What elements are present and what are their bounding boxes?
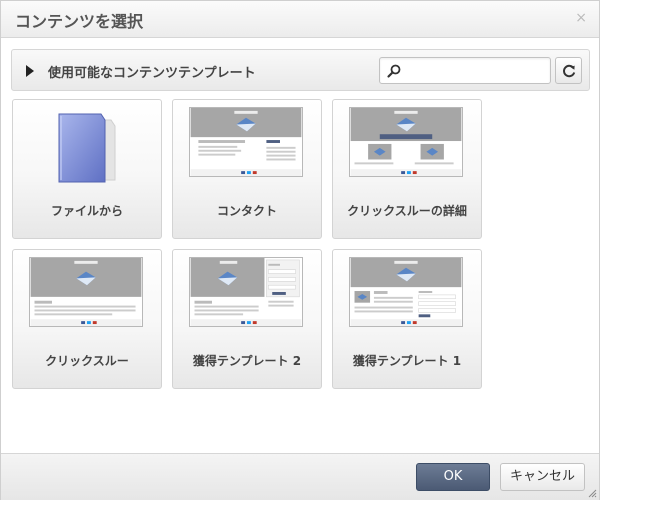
template-tile-acquisition-1[interactable]: 獲得テンプレート 1: [332, 249, 482, 389]
template-tile-click-through[interactable]: クリックスルー: [12, 249, 162, 389]
search-input[interactable]: [406, 61, 544, 80]
folder-icon: [58, 113, 116, 183]
template-tile-acquisition-2[interactable]: 獲得テンプレート 2: [172, 249, 322, 389]
template-label: 獲得テンプレート 1: [352, 354, 462, 368]
search-icon: [387, 64, 401, 78]
cancel-button[interactable]: キャンセル: [500, 463, 585, 491]
template-label: クリックスルー: [45, 354, 129, 368]
template-label: クリックスルーの詳細: [347, 204, 467, 218]
templates-section-title: 使用可能なコンテンツテンプレート: [48, 66, 256, 81]
template-thumbnail: [189, 107, 303, 177]
ok-button[interactable]: OK: [416, 463, 490, 491]
template-tile-click-through-details[interactable]: クリックスルーの詳細: [332, 99, 482, 239]
expand-triangle-icon[interactable]: [26, 65, 34, 77]
resize-grip-icon[interactable]: [587, 488, 597, 498]
dialog-title: コンテンツを選択: [15, 12, 144, 31]
close-icon[interactable]: ×: [575, 10, 587, 26]
refresh-icon: [563, 64, 576, 78]
templates-toolbar: 使用可能なコンテンツテンプレート: [11, 49, 590, 91]
search-box[interactable]: [379, 57, 551, 84]
template-thumbnail: [29, 257, 143, 327]
template-label: コンタクト: [216, 204, 277, 218]
template-tile-from-file[interactable]: ファイルから: [12, 99, 162, 239]
dialog-titlebar: コンテンツを選択 ×: [1, 1, 599, 38]
refresh-button[interactable]: [555, 57, 582, 84]
template-label: 獲得テンプレート 2: [192, 354, 302, 368]
template-thumbnail: [189, 257, 303, 327]
template-label: ファイルから: [50, 204, 123, 218]
select-content-dialog: コンテンツを選択 × 使用可能なコンテンツテンプレート ファイルから コンタクト…: [0, 0, 600, 500]
template-thumbnail: [349, 257, 463, 327]
dialog-footer: OK キャンセル: [1, 453, 599, 500]
template-thumbnail: [349, 107, 463, 177]
template-tile-contact[interactable]: コンタクト: [172, 99, 322, 239]
